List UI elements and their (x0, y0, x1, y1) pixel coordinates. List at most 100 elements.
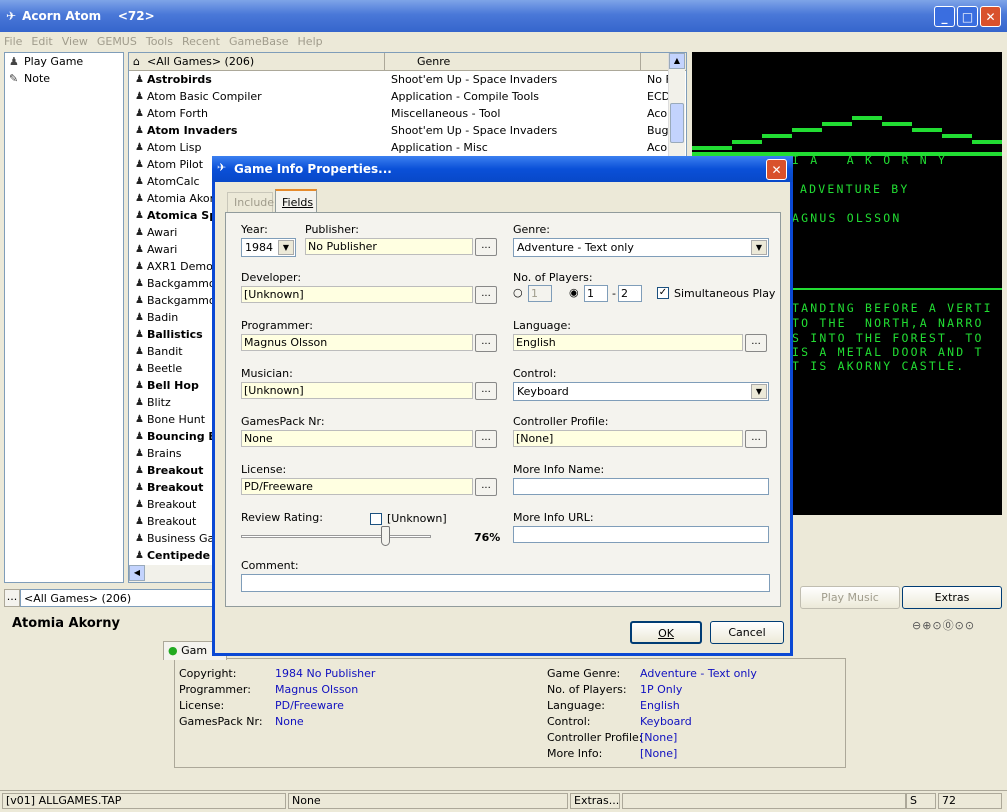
table-row[interactable]: ♟ Atom Lisp Application - Misc Aco (129, 139, 686, 156)
cancel-button[interactable]: Cancel (710, 621, 784, 644)
table-row[interactable]: ♟ Atom Basic Compiler Application - Compil… (129, 88, 686, 105)
more-info-url-field[interactable] (513, 526, 769, 543)
menu-help[interactable]: Help (298, 35, 323, 48)
status-count: 72 (938, 793, 1002, 809)
info-value-language[interactable]: English (640, 699, 680, 712)
info-value-gamespack[interactable]: None (275, 715, 304, 728)
window-title: Acorn Atom <72> (22, 9, 155, 23)
menu-gemus[interactable]: GEMUS (97, 35, 137, 48)
publisher-browse-button[interactable]: ... (475, 238, 497, 256)
info-value-controller-profile[interactable]: [None] (640, 731, 677, 744)
joystick-icon: ♟ (135, 516, 144, 527)
tab-include[interactable]: Include (227, 192, 274, 212)
table-row[interactable]: ♟ Astrobirds Shoot'em Up - Space Invaders N… (129, 71, 686, 88)
controller-profile-field[interactable]: [None] (513, 430, 743, 447)
info-value-genre[interactable]: Adventure - Text only (640, 667, 757, 680)
info-value-license[interactable]: PD/Freeware (275, 699, 344, 712)
musician-field[interactable]: [Unknown] (241, 382, 473, 399)
info-value-control[interactable]: Keyboard (640, 715, 692, 728)
rating-slider-thumb[interactable] (381, 526, 391, 546)
game-name: Brains (146, 447, 182, 460)
column-header-genre[interactable]: Genre (385, 53, 641, 70)
players-radio-single[interactable]: ○ (513, 286, 523, 299)
gamespack-browse-button[interactable]: ... (475, 430, 497, 448)
menu-edit[interactable]: Edit (31, 35, 52, 48)
title-bar: ✈ Acorn Atom <72> _ □ ✕ (0, 0, 1007, 32)
scroll-up-arrow-icon[interactable]: ▲ (669, 53, 685, 69)
controller-profile-browse-button[interactable]: ... (745, 430, 767, 448)
info-label: Control: (547, 715, 591, 728)
game-name: Breakout (146, 498, 197, 511)
joystick-icon: ♟ (135, 261, 144, 272)
year-select[interactable]: 1984 ▼ (241, 238, 296, 257)
menu-file[interactable]: File (4, 35, 22, 48)
scroll-left-arrow-icon[interactable]: ◀ (129, 565, 145, 581)
info-value-players[interactable]: 1P Only (640, 683, 682, 696)
language-browse-button[interactable]: ... (745, 334, 767, 352)
rating-unknown-checkbox[interactable] (370, 513, 382, 525)
genre-select[interactable]: Adventure - Text only ▼ (513, 238, 769, 257)
status-empty (622, 793, 906, 809)
info-value-more-info[interactable]: [None] (640, 747, 677, 760)
control-select[interactable]: Keyboard ▼ (513, 382, 769, 401)
tree-item-play-game[interactable]: ♟ Play Game (5, 53, 123, 70)
menu-view[interactable]: View (62, 35, 88, 48)
players-from-field[interactable]: 1 (584, 285, 608, 302)
scroll-thumb[interactable] (670, 103, 684, 143)
table-row[interactable]: ♟ Atom Forth Miscellaneous - Tool Aco (129, 105, 686, 122)
joystick-icon: ♟ (135, 142, 144, 153)
comment-field[interactable] (241, 574, 770, 592)
ok-button[interactable]: OK (630, 621, 702, 644)
license-label: License: (241, 463, 287, 476)
game-name: Centipede (146, 549, 211, 562)
dialog-close-button[interactable]: ✕ (766, 159, 787, 180)
chevron-down-icon: ▼ (751, 384, 767, 399)
info-label: Programmer: (179, 683, 251, 696)
players-radio-range[interactable]: ◉ (569, 286, 579, 299)
game-name: Breakout (146, 515, 197, 528)
menu-tools[interactable]: Tools (146, 35, 173, 48)
game-name: Astrobirds (146, 73, 212, 86)
publisher-field[interactable]: No Publisher (305, 238, 473, 255)
language-field[interactable]: English (513, 334, 743, 351)
nav-icons[interactable]: ⊖⊕⊙⓪⊙⊙ (912, 617, 975, 633)
musician-browse-button[interactable]: ... (475, 382, 497, 400)
menu-gamebase[interactable]: GameBase (229, 35, 289, 48)
info-value-copyright[interactable]: 1984 No Publisher (275, 667, 375, 680)
more-info-name-field[interactable] (513, 478, 769, 495)
table-row[interactable]: ♟ Atom Invaders Shoot'em Up - Space Invade… (129, 122, 686, 139)
close-button[interactable]: ✕ (980, 6, 1001, 27)
license-field[interactable]: PD/Freeware (241, 478, 473, 495)
players-to-field[interactable]: 2 (618, 285, 642, 302)
extras-button[interactable]: Extras (902, 586, 1002, 609)
comment-label: Comment: (241, 559, 299, 572)
developer-browse-button[interactable]: ... (475, 286, 497, 304)
gamespack-field[interactable]: None (241, 430, 473, 447)
game-name: Bell Hop (146, 379, 199, 392)
tree-item-note[interactable]: ✎ Note (5, 70, 123, 87)
game-name: Breakout (146, 464, 204, 477)
programmer-field[interactable]: Magnus Olsson (241, 334, 473, 351)
game-name: Beetle (146, 362, 183, 375)
joystick-icon: ♟ (135, 380, 144, 391)
tab-fields[interactable]: Fields (275, 189, 317, 213)
language-label: Language: (513, 319, 571, 332)
game-name: Atom Basic Compiler (146, 90, 262, 103)
rating-slider-track[interactable] (241, 535, 431, 538)
license-browse-button[interactable]: ... (475, 478, 497, 496)
info-value-programmer[interactable]: Magnus Olsson (275, 683, 358, 696)
programmer-browse-button[interactable]: ... (475, 334, 497, 352)
play-music-button[interactable]: Play Music (800, 586, 900, 609)
maximize-button[interactable]: □ (957, 6, 978, 27)
info-label: Controller Profile: (547, 731, 643, 744)
screen-text-line: TANDING BEFORE A VERTI (792, 301, 993, 315)
menu-bar: File Edit View GEMUS Tools Recent GameBa… (0, 32, 1007, 51)
minimize-button[interactable]: _ (934, 6, 955, 27)
status-value: None (288, 793, 568, 809)
joystick-icon: ♟ (135, 210, 144, 221)
column-header-name[interactable]: ⌂ <All Games> (206) (129, 53, 385, 70)
menu-recent[interactable]: Recent (182, 35, 220, 48)
filter-dots-button[interactable]: ... (4, 589, 20, 607)
developer-field[interactable]: [Unknown] (241, 286, 473, 303)
simultaneous-checkbox[interactable]: ✓ (657, 287, 669, 299)
